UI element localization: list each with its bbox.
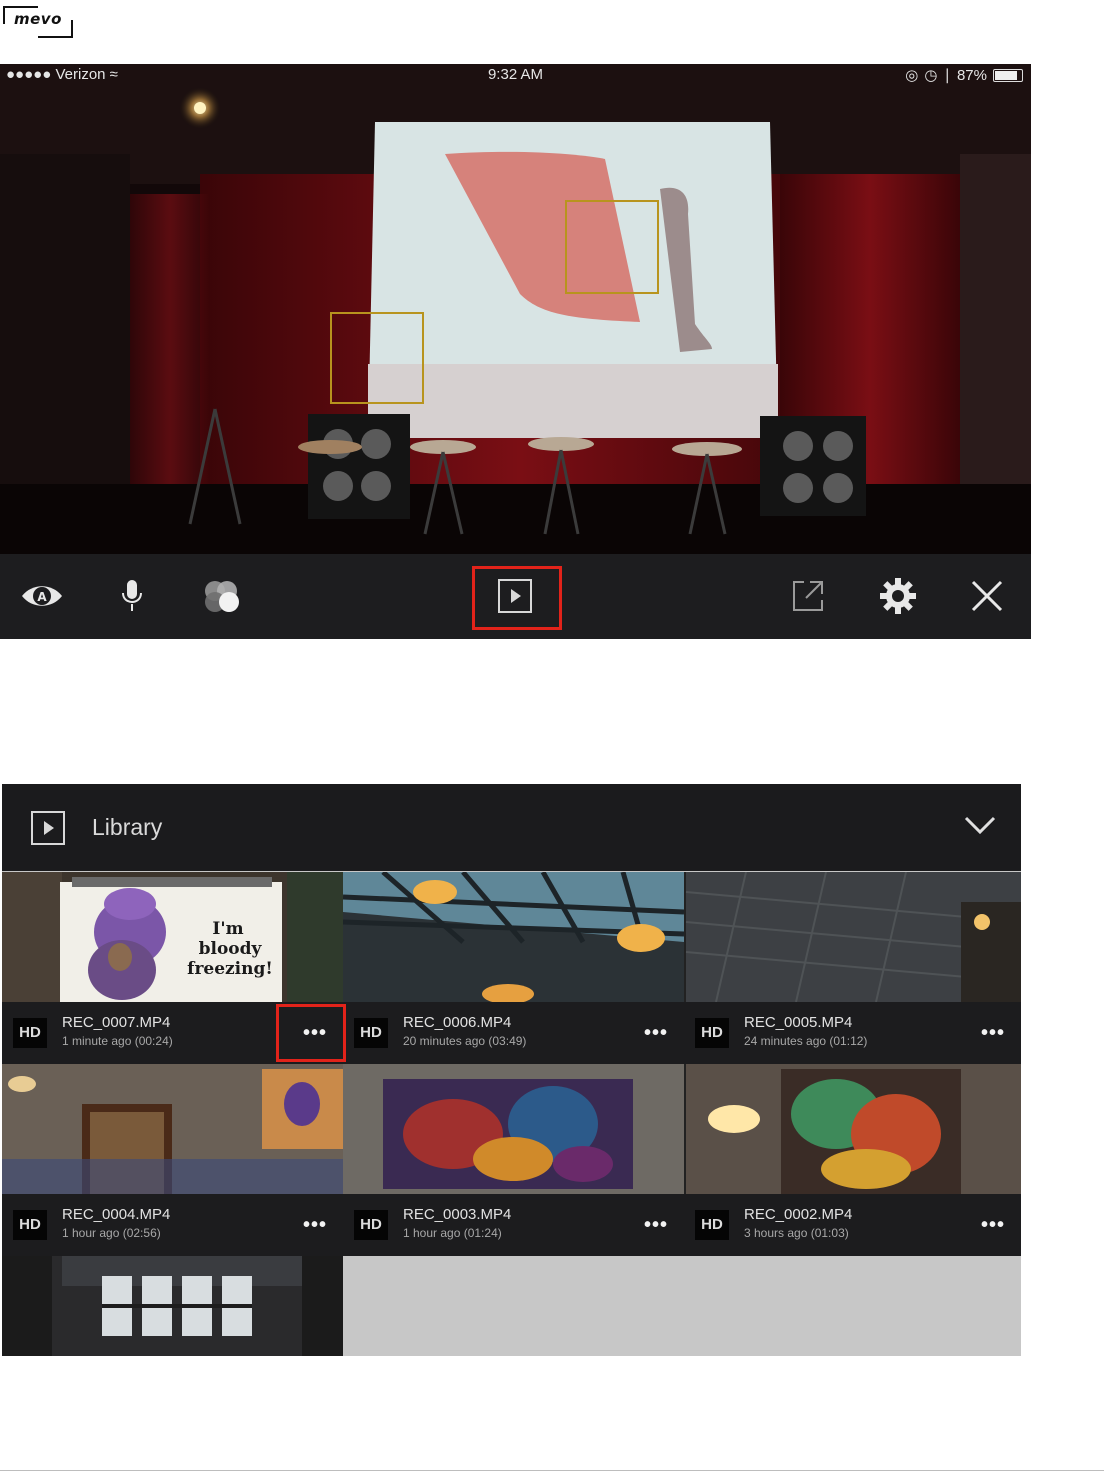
battery-icon [993, 68, 1023, 82]
tile-info-bar: HD REC_0002.MP4 3 hours ago (01:03) ••• [684, 1194, 1021, 1256]
settings-gear-icon[interactable] [876, 574, 920, 618]
file-meta: 1 hour ago (02:56) [62, 1226, 161, 1240]
lock-rotation-icon: ◎ [905, 67, 919, 84]
library-tile[interactable]: HD REC_0004.MP4 1 hour ago (02:56) ••• [2, 1064, 343, 1256]
more-options-button[interactable]: ••• [973, 1214, 1013, 1236]
tile-info-bar: HD REC_0003.MP4 1 hour ago (01:24) ••• [343, 1194, 684, 1256]
library-screen: Library I'm bloody freezing! HD REC_0007… [2, 784, 1021, 1356]
mevo-logo: mevo [2, 4, 74, 38]
library-tile[interactable]: HD REC_0003.MP4 1 hour ago (01:24) ••• [343, 1064, 684, 1256]
more-button-highlight [276, 1004, 346, 1062]
ios-status-bar: ●●●●● Verizon ≈ 9:32 AM ◎ ◷ ∣ 87% [0, 64, 1031, 86]
tile-info-bar: HD REC_0005.MP4 24 minutes ago (01:12) •… [684, 1002, 1021, 1064]
hd-badge: HD [13, 1210, 47, 1240]
file-name: REC_0006.MP4 [403, 1014, 512, 1031]
hd-badge: HD [695, 1018, 729, 1048]
chevron-down-icon[interactable] [964, 814, 996, 836]
more-options-button[interactable]: ••• [636, 1214, 676, 1236]
file-meta: 1 hour ago (01:24) [403, 1226, 502, 1240]
video-thumbnail[interactable] [684, 1064, 1021, 1194]
close-icon[interactable] [965, 574, 1009, 618]
svg-text:bloody: bloody [199, 939, 263, 959]
logo-text: mevo [14, 10, 62, 28]
hd-badge: HD [13, 1018, 47, 1048]
video-thumbnail[interactable] [684, 872, 1021, 1002]
video-thumbnail[interactable]: I'm bloody freezing! [2, 872, 343, 1002]
hd-badge: HD [354, 1018, 388, 1048]
library-title: Library [92, 814, 163, 840]
svg-text:freezing!: freezing! [187, 959, 273, 979]
library-button-highlight [472, 566, 562, 630]
more-options-button[interactable]: ••• [295, 1214, 335, 1236]
clock-time: 9:32 AM [487, 66, 544, 83]
page-divider [0, 1470, 1104, 1471]
share-icon[interactable] [786, 574, 830, 618]
library-tile[interactable]: HD REC_0002.MP4 3 hours ago (01:03) ••• [684, 1064, 1021, 1256]
video-thumbnail[interactable] [2, 1064, 343, 1194]
alarm-icon: ◷ [924, 67, 938, 84]
more-options-button[interactable]: ••• [636, 1022, 676, 1044]
file-meta: 20 minutes ago (03:49) [403, 1034, 527, 1048]
video-thumbnail[interactable] [2, 1256, 343, 1356]
microphone-icon[interactable] [110, 574, 154, 618]
camera-preview-screen: ●●●●● Verizon ≈ 9:32 AM ◎ ◷ ∣ 87% A [0, 64, 1031, 639]
focus-box-right[interactable] [565, 200, 659, 294]
auto-director-eye-icon[interactable]: A [20, 574, 64, 618]
tile-info-bar: HD REC_0004.MP4 1 hour ago (02:56) ••• [2, 1194, 343, 1256]
tile-info-bar: HD REC_0006.MP4 20 minutes ago (03:49) •… [343, 1002, 684, 1064]
file-name: REC_0004.MP4 [62, 1206, 171, 1223]
svg-text:A: A [37, 590, 47, 604]
file-meta: 24 minutes ago (01:12) [744, 1034, 868, 1048]
svg-text:I'm: I'm [212, 919, 243, 939]
camera-toolbar: A [0, 554, 1031, 639]
library-tile[interactable]: HD REC_0005.MP4 24 minutes ago (01:12) •… [684, 872, 1021, 1064]
color-filters-icon[interactable] [200, 574, 244, 618]
file-name: REC_0002.MP4 [744, 1206, 853, 1223]
video-thumbnail[interactable] [343, 872, 684, 1002]
library-play-icon [31, 811, 65, 845]
library-tile[interactable]: HD REC_0006.MP4 20 minutes ago (03:49) •… [343, 872, 684, 1064]
status-icons: ◎ ◷ ∣ 87% [905, 66, 1023, 84]
file-name: REC_0005.MP4 [744, 1014, 853, 1031]
battery-percent: 87% [956, 66, 987, 84]
file-meta: 1 minute ago (00:24) [62, 1034, 173, 1048]
stage-camera-feed [0, 64, 1031, 554]
hd-badge: HD [695, 1210, 729, 1240]
library-tile[interactable] [2, 1256, 343, 1356]
file-name: REC_0003.MP4 [403, 1206, 512, 1223]
bluetooth-icon: ∣ [943, 67, 951, 84]
library-header: Library [2, 784, 1021, 871]
hd-badge: HD [354, 1210, 388, 1240]
file-meta: 3 hours ago (01:03) [744, 1226, 849, 1240]
file-name: REC_0007.MP4 [62, 1014, 171, 1031]
focus-box-left[interactable] [330, 312, 424, 404]
more-options-button[interactable]: ••• [973, 1022, 1013, 1044]
video-thumbnail[interactable] [343, 1064, 684, 1194]
